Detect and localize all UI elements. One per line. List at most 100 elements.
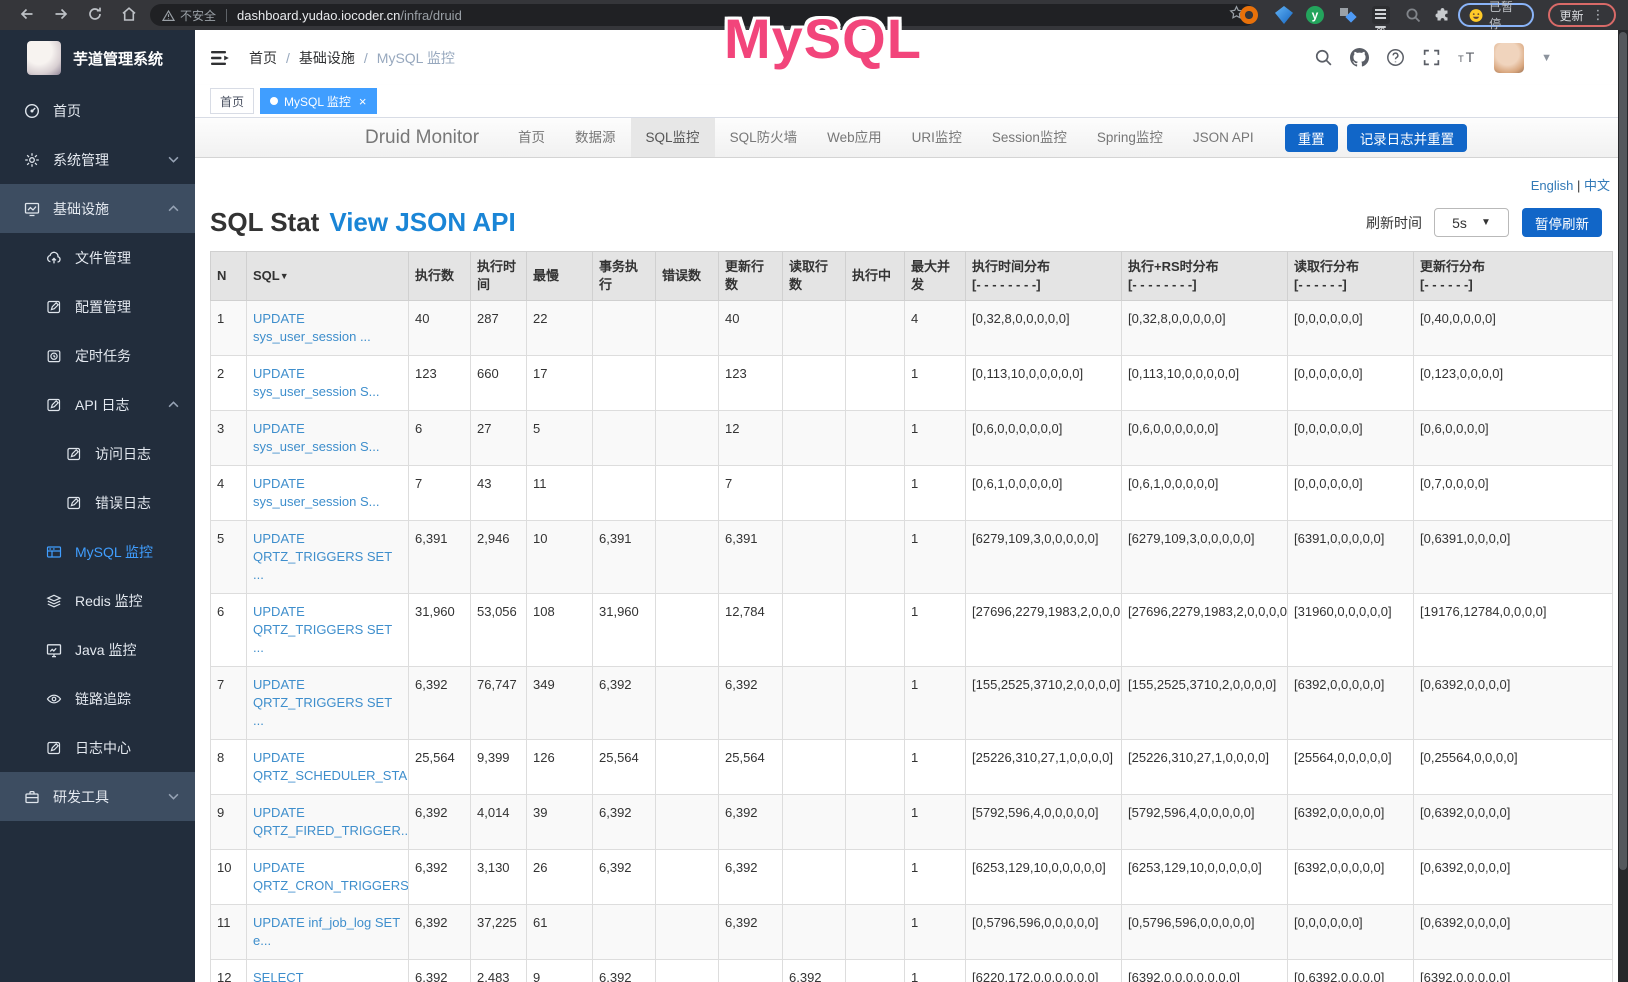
extension-magnifier-icon[interactable] — [1404, 6, 1422, 24]
log-and-reset-button[interactable]: 记录日志并重置 — [1347, 124, 1468, 152]
browser-back-icon[interactable] — [18, 5, 38, 25]
github-icon[interactable] — [1350, 48, 1369, 67]
scrollbar-thumb[interactable] — [1619, 32, 1627, 870]
pause-refresh-button[interactable]: 暂停刷新 — [1522, 208, 1602, 237]
lang-english-link[interactable]: English — [1531, 178, 1574, 193]
sidebar-item-access-log[interactable]: 访问日志 — [0, 429, 195, 478]
extension-y-icon[interactable]: y — [1306, 6, 1324, 24]
browser-update-button[interactable]: 更新 ⋮ — [1548, 3, 1616, 27]
app-logo[interactable]: 芋道管理系统 — [0, 30, 195, 86]
fullscreen-icon[interactable] — [1422, 48, 1441, 67]
breadcrumb-item[interactable]: 首页 — [249, 48, 277, 68]
column-header-run[interactable]: 执行中 — [846, 252, 905, 301]
column-label: 错误数 — [662, 267, 712, 285]
column-label: 更新行数 — [725, 258, 776, 294]
sql-statement-link[interactable]: UPDATE QRTZ_CRON_TRIGGERS... — [253, 860, 409, 893]
sql-statement-link[interactable]: UPDATE inf_job_log SET e... — [253, 915, 400, 948]
sql-statement-link[interactable]: SELECT TRIGGER_STATE — [253, 970, 359, 982]
address-bar[interactable]: 不安全 dashboard.yudao.iocoder.cn/infra/dru… — [150, 4, 1256, 26]
druid-menu-数据源[interactable]: 数据源 — [560, 118, 631, 157]
sidebar-item-trace[interactable]: 链路追踪 — [0, 674, 195, 723]
extension-list-icon[interactable]: on — [1372, 6, 1390, 24]
browser-reload-icon[interactable] — [86, 5, 106, 25]
column-header-read[interactable]: 读取行数 — [783, 252, 846, 301]
column-header-upd[interactable]: 更新行数 — [719, 252, 783, 301]
druid-menu-SQL防火墙[interactable]: SQL防火墙 — [715, 118, 813, 157]
browser-menu-icon[interactable]: ⋮ — [1592, 7, 1605, 23]
druid-menu-SQL监控[interactable]: SQL监控 — [631, 118, 715, 157]
sql-statement-link[interactable]: UPDATE QRTZ_TRIGGERS SET ... — [253, 604, 392, 655]
cell-exec: 6,392 — [409, 667, 471, 740]
druid-menu-Spring监控[interactable]: Spring监控 — [1082, 118, 1178, 157]
column-header-sql[interactable]: SQL▼ — [247, 252, 409, 301]
column-header-d2[interactable]: 执行+RS时分布[- - - - - - - -] — [1122, 252, 1288, 301]
sidebar-item-config[interactable]: 配置管理 — [0, 282, 195, 331]
user-avatar[interactable] — [1494, 43, 1524, 73]
extensions-puzzle-icon[interactable] — [1434, 6, 1452, 24]
sql-statement-link[interactable]: UPDATE sys_user_session S... — [253, 476, 379, 509]
column-header-err[interactable]: 错误数 — [656, 252, 719, 301]
sql-statement-link[interactable]: UPDATE sys_user_session S... — [253, 366, 379, 399]
cell-n: 2 — [211, 356, 247, 411]
sidebar-item-api-log[interactable]: API 日志 — [0, 380, 195, 429]
cell-slow: 39 — [527, 795, 593, 850]
view-json-api-link[interactable]: View JSON API — [329, 207, 515, 238]
column-header-conc[interactable]: 最大并发 — [905, 252, 966, 301]
sidebar-item-error-log[interactable]: 错误日志 — [0, 478, 195, 527]
column-header-n[interactable]: N — [211, 252, 247, 301]
sidebar-item-java[interactable]: Java 监控 — [0, 625, 195, 674]
tab-MySQL 监控[interactable]: MySQL 监控× — [260, 88, 377, 114]
sql-statement-link[interactable]: UPDATE QRTZ_TRIGGERS SET ... — [253, 531, 392, 582]
hamburger-icon[interactable] — [211, 49, 231, 67]
column-header-tx[interactable]: 事务执行 — [593, 252, 656, 301]
search-icon[interactable] — [1314, 48, 1333, 67]
druid-menu-URI监控[interactable]: URI监控 — [897, 118, 977, 157]
sql-statement-link[interactable]: UPDATE QRTZ_FIRED_TRIGGER... — [253, 805, 409, 838]
column-header-time[interactable]: 执行时间 — [471, 252, 527, 301]
column-label: 最大并发 — [911, 258, 959, 294]
druid-menu-Session监控[interactable]: Session监控 — [977, 118, 1082, 157]
sidebar-item-job[interactable]: 定时任务 — [0, 331, 195, 380]
extension-devtools-icon[interactable] — [1240, 6, 1258, 24]
druid-menu-Web应用[interactable]: Web应用 — [812, 118, 897, 157]
sql-statement-link[interactable]: UPDATE sys_user_session S... — [253, 421, 379, 454]
sidebar-item-mysql[interactable]: MySQL 监控 — [0, 527, 195, 576]
tag-close-icon[interactable]: × — [359, 95, 367, 108]
avatar-caret-icon[interactable]: ▼ — [1541, 52, 1552, 64]
column-header-d3[interactable]: 读取行分布[- - - - - -] — [1288, 252, 1414, 301]
tab-首页[interactable]: 首页 — [210, 88, 254, 114]
lang-chinese-link[interactable]: 中文 — [1584, 178, 1610, 193]
sql-statement-link[interactable]: UPDATE QRTZ_SCHEDULER_STA... — [253, 750, 409, 783]
sidebar-item-home[interactable]: 首页 — [0, 86, 195, 135]
refresh-interval-select[interactable]: 5s ▼ — [1434, 208, 1509, 237]
sidebar-item-file[interactable]: 文件管理 — [0, 233, 195, 282]
extension-gem-icon[interactable] — [1275, 6, 1293, 24]
sidebar-item-infra[interactable]: 基础设施 — [0, 184, 195, 233]
browser-home-icon[interactable] — [120, 5, 140, 25]
sidebar-item-dev-tools[interactable]: 研发工具 — [0, 772, 195, 821]
extension-blocks-icon[interactable] — [1339, 6, 1357, 24]
cell-time: 2,946 — [471, 521, 527, 594]
browser-profile-chip[interactable]: 已暂停 — [1458, 3, 1534, 27]
druid-menu-首页[interactable]: 首页 — [503, 118, 560, 157]
sidebar-item-log-center[interactable]: 日志中心 — [0, 723, 195, 772]
security-warning[interactable]: 不安全 — [162, 7, 216, 24]
column-header-slow[interactable]: 最慢 — [527, 252, 593, 301]
column-header-d1[interactable]: 执行时间分布[- - - - - - - -] — [966, 252, 1122, 301]
browser-scrollbar[interactable] — [1618, 30, 1628, 982]
cell-time: 76,747 — [471, 667, 527, 740]
sidebar-item-system[interactable]: 系统管理 — [0, 135, 195, 184]
sidebar-item-redis[interactable]: Redis 监控 — [0, 576, 195, 625]
font-size-icon[interactable]: TT — [1458, 48, 1477, 67]
chevron-down-icon — [168, 791, 179, 802]
reset-button[interactable]: 重置 — [1285, 124, 1338, 152]
sql-statement-link[interactable]: UPDATE QRTZ_TRIGGERS SET ... — [253, 677, 392, 728]
cell-d1: [27696,2279,1983,2,0,0,0,0] — [966, 594, 1122, 667]
help-icon[interactable] — [1386, 48, 1405, 67]
druid-menu-JSON API[interactable]: JSON API — [1178, 118, 1269, 157]
sql-statement-link[interactable]: UPDATE sys_user_session ... — [253, 311, 371, 344]
breadcrumb-item[interactable]: 基础设施 — [299, 48, 355, 68]
browser-forward-icon[interactable] — [52, 5, 72, 25]
column-header-exec[interactable]: 执行数 — [409, 252, 471, 301]
column-header-d4[interactable]: 更新行分布[- - - - - -] — [1414, 252, 1613, 301]
